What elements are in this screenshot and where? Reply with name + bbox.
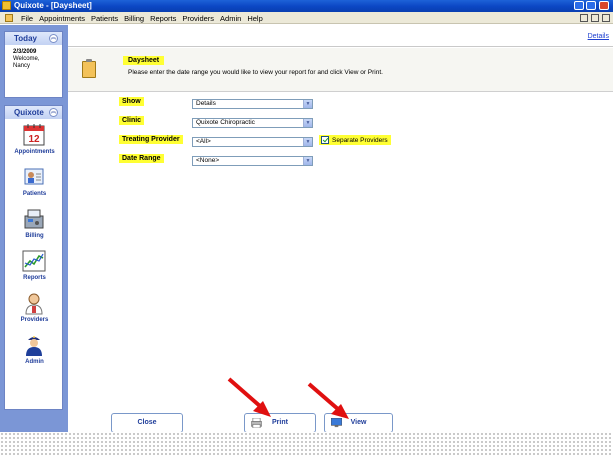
clinic-select-value: Quixote Chiropractic xyxy=(196,119,255,126)
separate-providers-option[interactable]: Separate Providers xyxy=(319,135,391,145)
treating-provider-select[interactable]: <All> ▼ xyxy=(192,137,313,147)
minimize-button[interactable] xyxy=(574,1,584,10)
report-instructions: Please enter the date range you would li… xyxy=(128,69,383,76)
app-icon xyxy=(2,1,11,10)
menu-help[interactable]: Help xyxy=(244,14,265,23)
report-title: Daysheet xyxy=(123,56,165,65)
menu-patients[interactable]: Patients xyxy=(88,14,121,23)
menu-items: File Appointments Patients Billing Repor… xyxy=(18,14,266,23)
date-range-select[interactable]: <None> ▼ xyxy=(192,156,313,166)
billing-icon xyxy=(24,209,44,229)
show-select[interactable]: Details ▼ xyxy=(192,99,313,109)
collapse-today-icon[interactable]: ︽ xyxy=(49,34,58,43)
chevron-down-icon[interactable]: ▼ xyxy=(303,100,312,108)
print-arrow-icon xyxy=(227,377,271,417)
reports-chart-icon xyxy=(22,250,46,272)
close-button[interactable]: Close xyxy=(111,413,183,433)
nav-appointments-label: Appointments xyxy=(14,149,55,155)
close-window-button[interactable] xyxy=(599,1,609,10)
menu-providers[interactable]: Providers xyxy=(179,14,217,23)
calendar-icon: 12 xyxy=(23,124,45,146)
patients-icon xyxy=(24,168,44,185)
nav-reports-label: Reports xyxy=(23,275,46,281)
svg-text:12: 12 xyxy=(28,134,40,145)
user-name: Nancy xyxy=(13,63,31,69)
clinic-select[interactable]: Quixote Chiropractic ▼ xyxy=(192,118,313,128)
today-panel-header[interactable]: Today ︽ xyxy=(5,32,62,45)
today-panel-title: Today xyxy=(14,34,37,43)
date-range-label: Date Range xyxy=(119,154,164,163)
welcome-text: Welcome, xyxy=(13,56,40,62)
clinic-label: Clinic xyxy=(119,116,145,125)
show-select-value: Details xyxy=(196,100,216,107)
treating-provider-label: Treating Provider xyxy=(119,135,183,144)
left-sidebar: Today ︽ 2/3/2009 Welcome, Nancy Quixote … xyxy=(0,25,68,432)
clipboard-icon xyxy=(82,59,96,78)
window-title: Quixote - [Daysheet] xyxy=(14,1,92,10)
close-button-label: Close xyxy=(137,419,157,426)
menu-reports[interactable]: Reports xyxy=(147,14,179,23)
mdi-minimize-icon[interactable] xyxy=(580,14,588,22)
nav-panel-title: Quixote xyxy=(14,108,44,117)
chevron-down-icon[interactable]: ▼ xyxy=(303,138,312,146)
nav-billing-label: Billing xyxy=(25,233,44,239)
today-panel: Today ︽ 2/3/2009 Welcome, Nancy xyxy=(4,31,63,98)
document-icon xyxy=(5,14,13,22)
menu-file[interactable]: File xyxy=(18,14,36,23)
mdi-restore-icon[interactable] xyxy=(591,14,599,22)
report-header: Daysheet Please enter the date range you… xyxy=(68,48,613,92)
separate-providers-label: Separate Providers xyxy=(332,136,388,144)
quixote-nav-panel: Quixote ︽ 12 Appointments Patients Billi… xyxy=(4,105,63,410)
nav-patients-label: Patients xyxy=(22,191,47,197)
menu-appointments[interactable]: Appointments xyxy=(36,14,88,23)
today-date: 2/3/2009 xyxy=(13,49,37,55)
print-button-label: Print xyxy=(272,419,288,426)
nav-providers-label: Providers xyxy=(20,317,49,323)
date-range-value: <None> xyxy=(196,157,220,164)
view-arrow-icon xyxy=(307,382,349,419)
details-strip: Details xyxy=(68,25,613,47)
chevron-down-icon[interactable]: ▼ xyxy=(303,157,312,165)
nav-panel-header[interactable]: Quixote ︽ xyxy=(5,106,62,119)
mdi-close-icon[interactable] xyxy=(602,14,610,22)
admin-officer-icon xyxy=(26,336,42,356)
chevron-down-icon[interactable]: ▼ xyxy=(303,119,312,127)
screenshot-edge-pattern xyxy=(0,432,613,457)
menu-bar: File Appointments Patients Billing Repor… xyxy=(0,12,613,24)
provider-icon xyxy=(25,293,43,315)
maximize-button[interactable] xyxy=(586,1,596,10)
collapse-nav-icon[interactable]: ︽ xyxy=(49,108,58,117)
treating-provider-value: <All> xyxy=(196,138,211,145)
show-label: Show xyxy=(119,97,144,106)
menu-billing[interactable]: Billing xyxy=(121,14,147,23)
separate-providers-checkbox[interactable] xyxy=(321,136,329,144)
details-link[interactable]: Details xyxy=(588,33,609,40)
menu-admin[interactable]: Admin xyxy=(217,14,244,23)
window-titlebar: Quixote - [Daysheet] xyxy=(0,0,613,12)
nav-admin-label: Admin xyxy=(25,359,44,365)
main-content: Details Daysheet Please enter the date r… xyxy=(68,25,613,433)
